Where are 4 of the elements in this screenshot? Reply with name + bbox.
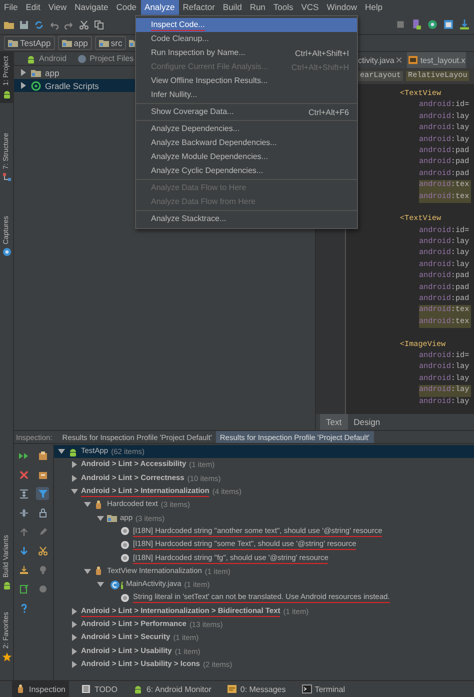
project-tree-label: Gradle Scripts <box>45 80 99 90</box>
shortcut-text: Ctrl+Alt+F6 <box>308 108 349 116</box>
project-tree-label: app <box>45 68 60 78</box>
shortcut-text: Ctrl+Alt+Shift+I <box>294 48 349 58</box>
